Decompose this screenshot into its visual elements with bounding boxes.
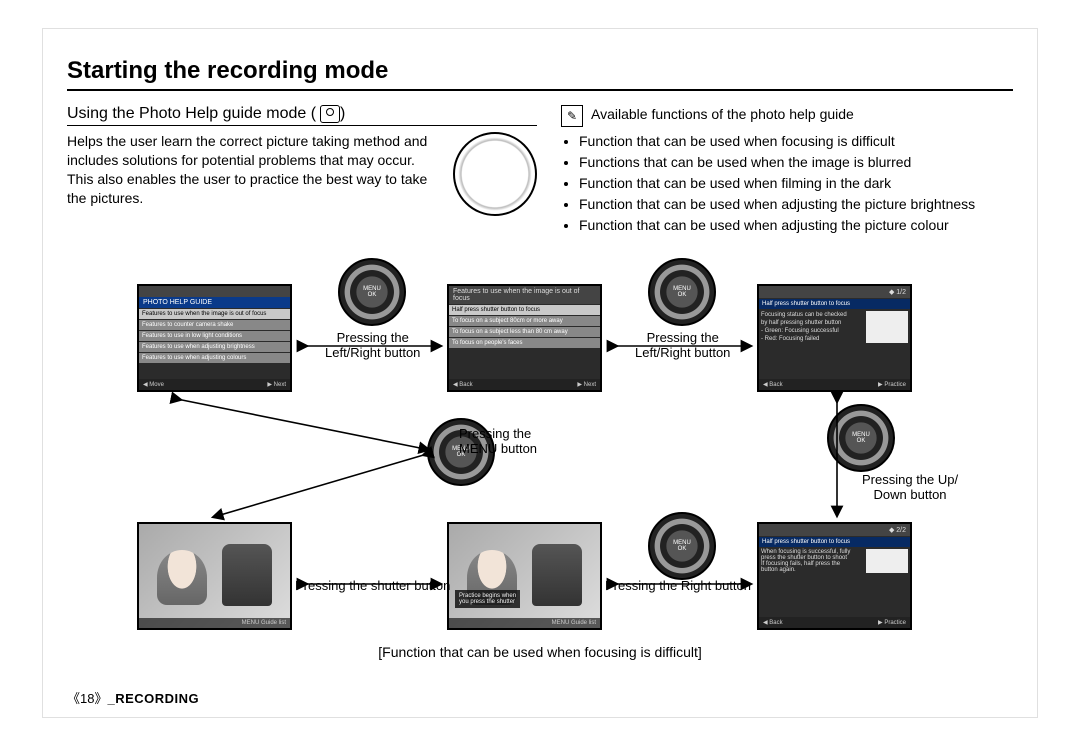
screen1-row-selected: Features to use when the image is out of…: [139, 309, 290, 319]
screen1-header: PHOTO HELP GUIDE: [139, 297, 290, 308]
note-item: Function that can be used when focusing …: [579, 131, 1013, 152]
left-column: Using the Photo Help guide mode ( ) Help…: [67, 105, 537, 236]
manual-page: Starting the recording mode Using the Ph…: [42, 28, 1038, 718]
intro-block: Helps the user learn the correct picture…: [67, 132, 537, 216]
screen-menu-2: Features to use when the image is out of…: [447, 284, 602, 392]
screen3-line: - Green: Focusing successful: [761, 327, 862, 335]
screen-photo-2: Practice begins when you press the shutt…: [447, 522, 602, 630]
screen3-page: 1/2: [896, 289, 906, 296]
screen1-row: Features to use when adjusting brightnes…: [139, 342, 290, 352]
note-header: ✎ Available functions of the photo help …: [561, 105, 1013, 127]
page-title: Starting the recording mode: [67, 57, 1013, 91]
screen2-bar: Features to use when the image is out of…: [449, 286, 600, 304]
dpad-control: MENUOK: [338, 258, 406, 326]
screen3-line: Focusing status can be checked: [761, 311, 862, 319]
screen3-foot-left: Back: [769, 382, 782, 388]
note-item: Function that can be used when adjusting…: [579, 194, 1013, 215]
screen2-foot-left: Back: [459, 382, 472, 388]
label-left-right-2: Pressing the Left/Right button: [635, 330, 730, 360]
screen5-overlay: you press the shutter: [459, 599, 516, 605]
section-heading-close: ): [340, 105, 345, 123]
section-heading-row: Using the Photo Help guide mode ( ): [67, 105, 537, 126]
screen3-line: - Red: Focusing failed: [761, 335, 862, 343]
screen6-foot-right: Practice: [884, 620, 906, 626]
label-right: Pressing the Right button: [605, 578, 751, 593]
page-number: 《18》: [67, 691, 107, 706]
screen1-foot-right: Next: [274, 382, 286, 388]
two-columns: Using the Photo Help guide mode ( ) Help…: [67, 105, 1013, 236]
screen-help-1: ◆ 1/2 Half press shutter button to focus…: [757, 284, 912, 392]
label-up-down: Pressing the Up/ Down button: [862, 472, 958, 502]
screen1-foot-left: Move: [149, 382, 164, 388]
label-shutter: Pressing the shutter button: [295, 578, 450, 593]
screen3-sel: Half press shutter button to focus: [759, 299, 910, 309]
screen5-foot: MENU Guide list: [552, 620, 596, 626]
right-column: ✎ Available functions of the photo help …: [561, 105, 1013, 236]
dpad-control: MENUOK: [648, 512, 716, 580]
screen2-row: To focus on a subject less than 80 cm aw…: [449, 327, 600, 337]
screen6-sel: Half press shutter button to focus: [759, 537, 910, 547]
screen6-page: 2/2: [896, 527, 906, 534]
screen2-row: To focus on people's faces: [449, 338, 600, 348]
footer-section: _RECORDING: [107, 691, 199, 706]
diagram-caption: [Function that can be used when focusing…: [67, 644, 1013, 660]
screen-help-2: ◆ 2/2 Half press shutter button to focus…: [757, 522, 912, 630]
intro-text: Helps the user learn the correct picture…: [67, 132, 439, 216]
screen-photo-1: MENU Guide list: [137, 522, 292, 630]
note-icon: ✎: [561, 105, 583, 127]
diagonal-arrow-icon: [167, 394, 447, 522]
screen6-line: button again.: [761, 567, 862, 573]
screen1-row: Features to use in low light conditions: [139, 331, 290, 341]
note-item: Function that can be used when adjusting…: [579, 215, 1013, 236]
photo-help-icon: [320, 105, 340, 123]
note-item: Functions that can be used when the imag…: [579, 152, 1013, 173]
section-heading: Using the Photo Help guide mode (: [67, 105, 316, 123]
screen4-foot: MENU Guide list: [242, 620, 286, 626]
note-title: Available functions of the photo help gu…: [591, 105, 854, 124]
dpad-control: MENUOK: [648, 258, 716, 326]
label-left-right-1: Pressing the Left/Right button: [325, 330, 420, 360]
screen2-row: To focus on a subject 80cm or more away: [449, 316, 600, 326]
flow-diagram: PHOTO HELP GUIDE Features to use when th…: [67, 264, 1013, 674]
screen3-foot-right: Practice: [884, 382, 906, 388]
page-footer: 《18》_RECORDING: [67, 688, 199, 707]
label-menu: Pressing the MENU button: [459, 426, 537, 456]
screen1-row: Features to counter camera shake: [139, 320, 290, 330]
screen-menu-1: PHOTO HELP GUIDE Features to use when th…: [137, 284, 292, 392]
screen2-foot-right: Next: [584, 382, 596, 388]
note-item: Function that can be used when filming i…: [579, 173, 1013, 194]
vertical-double-arrow-icon: [825, 390, 849, 520]
mode-dial-icon: [453, 132, 537, 216]
screen1-row: Features to use when adjusting colours: [139, 353, 290, 363]
screen2-row-selected: Half press shutter button to focus: [449, 305, 600, 315]
screen3-line: by half pressing shutter button: [761, 319, 862, 327]
note-bullets: Function that can be used when focusing …: [561, 131, 1013, 236]
screen6-foot-left: Back: [769, 620, 782, 626]
